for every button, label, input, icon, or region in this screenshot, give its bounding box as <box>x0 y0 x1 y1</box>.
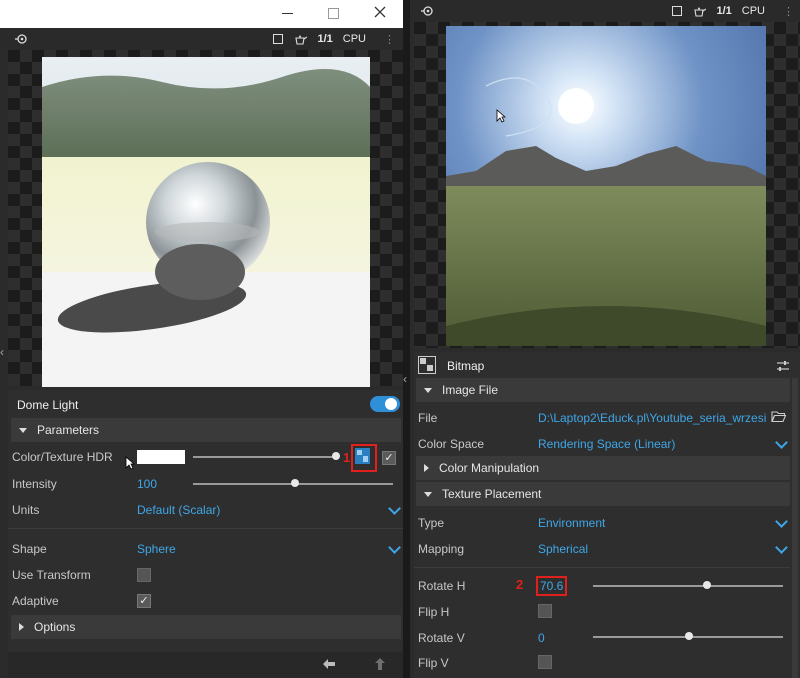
color-multiplier-knob[interactable] <box>332 452 340 460</box>
units-label: Units <box>12 503 40 517</box>
mapping-dropdown[interactable]: Spherical <box>538 542 588 556</box>
color-texture-enable-checkbox[interactable]: ✓ <box>382 451 396 465</box>
color-swatch[interactable] <box>137 450 185 464</box>
rotate-v-value[interactable]: 0 <box>538 631 545 645</box>
parameters-label: Parameters <box>37 423 100 437</box>
resolution-ratio[interactable]: 1/1 <box>716 5 731 17</box>
color-manipulation-label: Color Manipulation <box>439 461 540 475</box>
divider <box>414 567 790 568</box>
mapping-label: Mapping <box>418 542 465 556</box>
units-dropdown[interactable]: Default (Scalar) <box>137 503 220 517</box>
right-collapse-arrow[interactable]: ‹ <box>403 372 410 386</box>
render-settings-icon[interactable] <box>14 33 28 45</box>
options-section-header[interactable]: Options <box>11 615 401 639</box>
intensity-knob[interactable] <box>291 479 299 487</box>
intensity-value[interactable]: 100 <box>137 477 157 491</box>
rotate-h-slider[interactable] <box>593 585 783 587</box>
file-label: File <box>418 411 438 425</box>
more-icon[interactable]: ⋮ <box>384 33 395 46</box>
maximize-icon[interactable] <box>328 8 339 19</box>
divider <box>8 528 403 529</box>
shape-dropdown[interactable]: Sphere <box>137 542 176 556</box>
back-arrow-icon[interactable] <box>322 658 336 673</box>
image-file-label: Image File <box>442 383 499 397</box>
parameters-section-header[interactable]: Parameters <box>11 418 401 442</box>
expand-triangle-icon <box>424 491 432 497</box>
expand-triangle-icon <box>424 387 432 393</box>
collapse-triangle-icon <box>424 464 429 472</box>
settings-sliders-icon[interactable] <box>776 360 790 375</box>
adaptive-checkbox[interactable]: ✓ <box>137 594 151 608</box>
rotate-v-knob[interactable] <box>685 632 693 640</box>
annotation-1: 1 <box>343 450 351 465</box>
flip-h-checkbox[interactable] <box>538 604 552 618</box>
render-engine-label[interactable]: CPU <box>742 5 765 17</box>
type-dropdown[interactable]: Environment <box>538 516 605 530</box>
more-icon[interactable]: ⋮ <box>783 5 794 18</box>
region-render-icon[interactable] <box>672 6 683 16</box>
texture-placement-label: Texture Placement <box>442 487 542 501</box>
image-file-section-header[interactable]: Image File <box>416 378 790 402</box>
left-collapse-arrow[interactable]: ‹ <box>0 345 8 359</box>
rotate-h-label: Rotate H <box>418 579 466 593</box>
color-texture-label: Color/Texture HDR <box>12 450 113 464</box>
bitmap-title: Bitmap <box>447 359 485 373</box>
render-engine-label[interactable]: CPU <box>343 33 366 45</box>
mouse-cursor-icon <box>125 456 136 473</box>
left-window-titlebar <box>0 0 403 28</box>
left-viewport-toolbar: 1/1 CPU ⋮ <box>0 28 403 50</box>
dome-light-title: Dome Light <box>17 398 79 412</box>
color-space-label: Color Space <box>418 437 485 451</box>
open-folder-icon[interactable] <box>771 410 787 426</box>
left-render-image <box>42 57 370 387</box>
type-label: Type <box>418 516 445 530</box>
panel-scrollbar[interactable] <box>792 378 798 678</box>
window-gap <box>403 0 410 678</box>
dome-light-toggle[interactable] <box>370 396 400 412</box>
use-transform-label: Use Transform <box>12 568 91 582</box>
adaptive-label: Adaptive <box>12 594 59 608</box>
resolution-ratio[interactable]: 1/1 <box>317 33 332 45</box>
close-icon[interactable] <box>372 4 388 20</box>
color-multiplier-slider[interactable] <box>193 456 338 458</box>
annotation-2: 2 <box>516 577 524 592</box>
expand-triangle-icon <box>19 427 27 433</box>
rotate-h-knob[interactable] <box>703 581 711 589</box>
options-label: Options <box>34 620 76 634</box>
flip-h-label: Flip H <box>418 605 450 619</box>
collapse-triangle-icon <box>19 623 24 631</box>
minimize-icon[interactable] <box>282 13 293 14</box>
texture-placement-section-header[interactable]: Texture Placement <box>416 482 790 506</box>
render-settings-icon[interactable] <box>420 5 434 17</box>
mouse-cursor-icon <box>496 109 507 126</box>
shape-label: Shape <box>12 542 47 556</box>
toggle-knob <box>385 398 397 410</box>
intensity-label: Intensity <box>12 477 57 491</box>
teapot-icon[interactable] <box>692 6 707 17</box>
up-arrow-icon[interactable] <box>374 657 386 674</box>
use-transform-checkbox[interactable] <box>137 568 151 582</box>
flip-v-label: Flip V <box>418 656 449 670</box>
texture-slot-icon[interactable] <box>355 448 370 464</box>
color-space-dropdown[interactable]: Rendering Space (Linear) <box>538 437 675 451</box>
right-viewport-toolbar: 1/1 CPU ⋮ <box>410 0 800 22</box>
left-bottom-bar <box>8 652 403 678</box>
flip-v-checkbox[interactable] <box>538 655 552 669</box>
color-manipulation-section-header[interactable]: Color Manipulation <box>416 456 790 480</box>
file-path[interactable]: D:\Laptop2\Educk.pl\Youtube_seria_wrzesi… <box>538 411 766 425</box>
bitmap-icon <box>418 356 436 374</box>
rotate-v-label: Rotate V <box>418 631 465 645</box>
region-render-icon[interactable] <box>273 34 284 44</box>
right-render-image <box>446 26 766 346</box>
teapot-icon[interactable] <box>293 34 308 45</box>
rotate-h-value[interactable]: 70.6 <box>536 576 568 596</box>
